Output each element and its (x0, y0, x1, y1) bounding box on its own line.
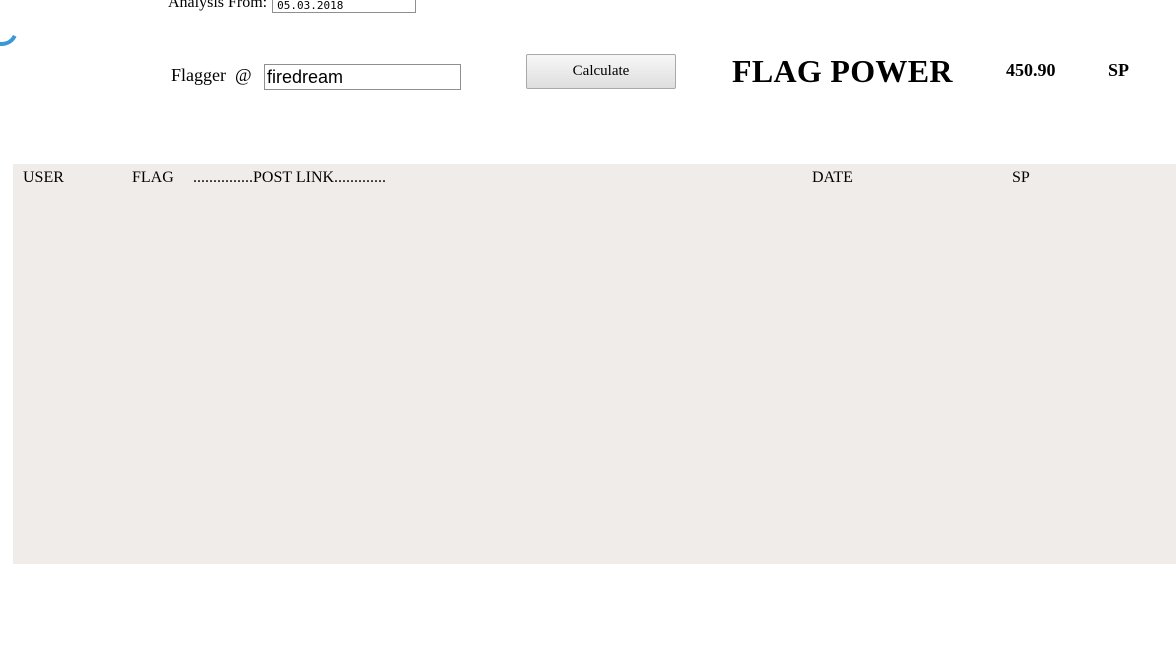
analysis-from-label: Analysis From: (168, 0, 268, 11)
column-header-flag: FLAG (132, 169, 174, 186)
column-header-post-link: ...............POST LINK............. (193, 169, 387, 186)
flag-power-unit: SP (1108, 60, 1130, 80)
flag-power-title: FLAG POWER (732, 53, 953, 89)
flag-power-page: Analysis From: 05.03.2018 Flagger @ fire… (0, 0, 1176, 660)
column-header-date: DATE (812, 169, 853, 186)
column-header-user: USER (23, 169, 64, 186)
calculate-button[interactable]: Calculate (526, 54, 676, 89)
analysis-from-row: Analysis From: 05.03.2018 (168, 0, 417, 14)
flagger-username-input[interactable]: firedream (264, 64, 461, 90)
flag-power-value: 450.90 (1006, 60, 1056, 80)
flagger-label: Flagger @ (171, 65, 252, 85)
loading-spinner-icon (0, 9, 23, 51)
analysis-date-input[interactable]: 05.03.2018 (272, 0, 417, 13)
results-table: USER FLAG ...............POST LINK......… (13, 164, 1176, 564)
column-header-sp: SP (1012, 169, 1030, 186)
